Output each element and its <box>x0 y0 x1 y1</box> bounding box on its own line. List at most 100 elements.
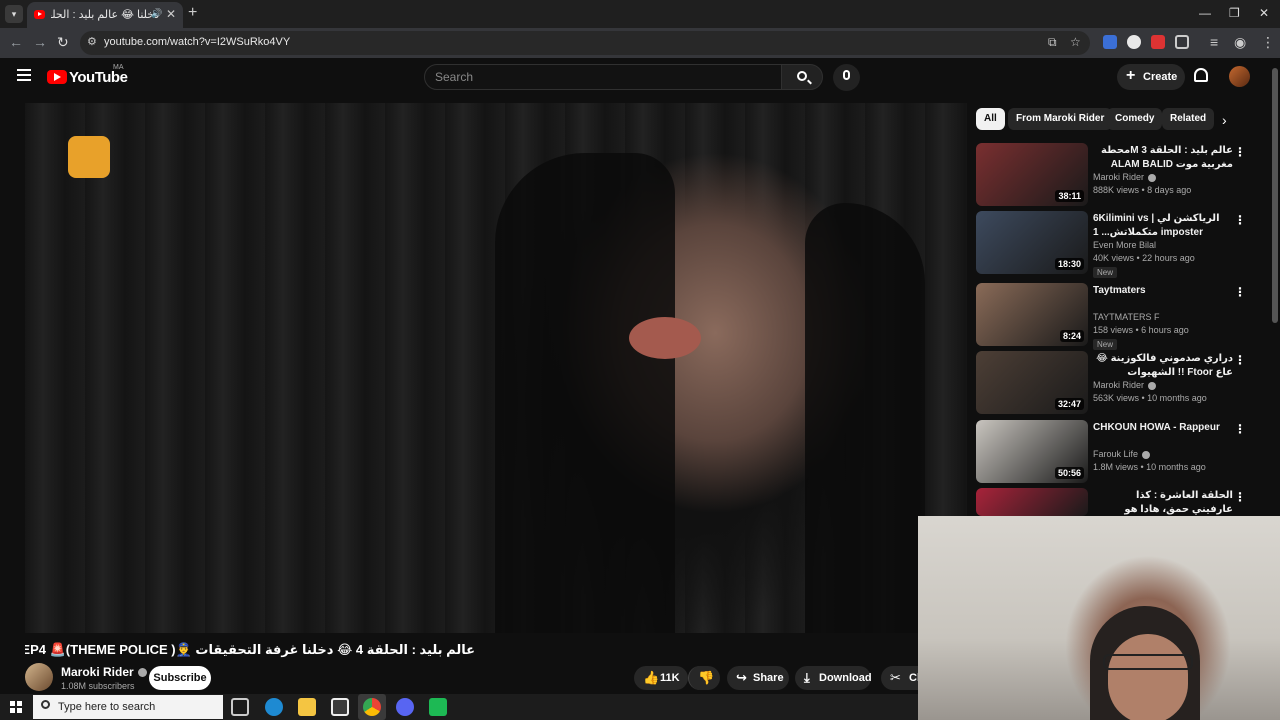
recommendation-item[interactable]: 50:56 CHKOUN HOWA - Rappeur Farouk Life 1.8… <box>976 420 1266 484</box>
forward-icon[interactable]: → <box>33 34 47 50</box>
back-icon[interactable]: ← <box>9 34 23 50</box>
app-icon[interactable] <box>429 698 447 716</box>
channel-watermark-logo[interactable] <box>68 136 110 178</box>
recommendation-channel[interactable]: Maroki Rider <box>1093 172 1157 182</box>
chip-from-channel[interactable]: From Maroki Rider <box>1008 108 1113 130</box>
scrollbar-thumb[interactable] <box>1272 68 1278 323</box>
url-text[interactable]: youtube.com/watch?v=I2WSuRko4VY <box>104 36 290 48</box>
taskbar-search[interactable]: Type here to search <box>33 695 223 719</box>
recommendation-title[interactable]: الحلقة العاشرة : كذا عارفيني حمق، هادا ه… <box>1093 489 1233 517</box>
chrome-icon[interactable] <box>363 698 381 716</box>
recommendation-channel-name[interactable]: Even More Bilal <box>1093 240 1156 250</box>
youtube-play-icon <box>47 70 67 84</box>
video-thumbnail[interactable] <box>976 488 1088 516</box>
media-controls-icon[interactable]: ≡ <box>1210 34 1218 50</box>
recommendation-meta: 563K views • 10 months ago <box>1093 393 1207 403</box>
recommendation-title[interactable]: Taytmaters <box>1093 284 1233 312</box>
file-explorer-icon[interactable] <box>298 698 316 716</box>
share-button[interactable]: ↪ Share <box>727 666 789 690</box>
channel-name-text[interactable]: Maroki Rider <box>61 665 134 679</box>
recommendation-channel[interactable]: Even More Bilal <box>1093 240 1156 250</box>
recommendation-title[interactable]: 6Kilimini vs | الرياكشن لي متكملاتش... 1… <box>1093 212 1233 240</box>
recommendation-title[interactable]: عالم بليد : الحلقة 3 Mمحطة مغربية موت AL… <box>1093 144 1233 172</box>
search-box[interactable] <box>424 64 782 90</box>
bookmark-star-icon[interactable]: ☆ <box>1070 35 1081 49</box>
video-duration: 8:24 <box>1059 330 1084 342</box>
extensions-puzzle-icon[interactable] <box>1175 35 1189 49</box>
more-actions-icon[interactable]: ⋮ <box>1234 422 1246 436</box>
translate-extension-icon[interactable] <box>1103 35 1117 49</box>
video-thumbnail[interactable]: 8:24 <box>976 283 1088 346</box>
more-actions-icon[interactable]: ⋮ <box>1234 213 1246 227</box>
download-button[interactable]: ⤓ Download <box>795 666 872 690</box>
more-actions-icon[interactable]: ⋮ <box>1234 285 1246 299</box>
tab-search-icon[interactable]: ▾ <box>5 5 23 23</box>
site-info-icon[interactable]: ⚙ <box>87 35 97 48</box>
account-avatar[interactable] <box>1229 66 1250 87</box>
more-actions-icon[interactable]: ⋮ <box>1234 490 1246 504</box>
more-actions-icon[interactable]: ⋮ <box>1234 353 1246 367</box>
browser-tab[interactable]: دخلنا 😂 عالم بليد : الحلقة 4 🔊 ✕ <box>27 2 183 28</box>
recommendation-channel[interactable]: Farouk Life <box>1093 449 1151 459</box>
window-close-icon[interactable]: ✕ <box>1259 6 1269 20</box>
address-bar[interactable]: ⚙ youtube.com/watch?v=I2WSuRko4VY ⧉ ☆ <box>80 31 1090 55</box>
recommendation-channel-name[interactable]: Maroki Rider <box>1093 172 1144 182</box>
recommendation-channel[interactable]: Maroki Rider <box>1093 380 1157 390</box>
channel-name[interactable]: Maroki Rider <box>61 665 147 679</box>
recommendation-title[interactable]: CHKOUN HOWA - Rappeur <box>1093 421 1233 449</box>
video-thumbnail[interactable]: 32:47 <box>976 351 1088 414</box>
chip-comedy[interactable]: Comedy <box>1107 108 1163 130</box>
task-view-icon[interactable] <box>231 698 249 716</box>
menu-icon[interactable] <box>17 69 31 81</box>
search-button[interactable] <box>781 64 823 90</box>
like-button[interactable]: 👍 11K <box>634 666 688 690</box>
video-duration: 18:30 <box>1054 258 1084 270</box>
reload-icon[interactable]: ↻ <box>57 34 69 51</box>
clip-button[interactable]: ✂ Cl <box>881 666 921 690</box>
recommendation-channel-name[interactable]: Farouk Life <box>1093 449 1138 459</box>
chip-related[interactable]: Related <box>1162 108 1215 130</box>
video-thumbnail[interactable]: 50:56 <box>976 420 1088 483</box>
windows-taskbar: Type here to search <box>0 694 918 720</box>
recommendation-item[interactable]: 8:24 Taytmaters TAYTMATERS F 158 views • 6 … <box>976 283 1266 350</box>
create-label: Create <box>1143 71 1178 83</box>
minimize-icon[interactable]: — <box>1199 6 1211 20</box>
restore-icon[interactable]: ❐ <box>1229 6 1240 20</box>
browser-menu-icon[interactable]: ⋮ <box>1261 34 1275 51</box>
recommendation-channel-name[interactable]: Maroki Rider <box>1093 380 1144 390</box>
profile-icon[interactable]: ◉ <box>1234 34 1246 51</box>
chevron-right-icon[interactable]: › <box>1222 112 1227 128</box>
recommendation-channel[interactable]: TAYTMATERS F <box>1093 312 1160 322</box>
voice-search-button[interactable] <box>833 64 860 91</box>
subscribe-button[interactable]: Subscribe <box>149 666 211 690</box>
video-player[interactable] <box>25 103 967 633</box>
search-input[interactable] <box>435 70 765 84</box>
recommendation-item[interactable]: 32:47 دراري صدموني فالكوزينة 😂 عاع Ftoor … <box>976 351 1266 415</box>
recommendation-item[interactable]: 38:11 عالم بليد : الحلقة 3 Mمحطة مغربية م… <box>976 143 1266 207</box>
install-app-icon[interactable]: ⧉ <box>1048 35 1057 50</box>
dislike-button[interactable]: 👎 <box>688 666 720 690</box>
edge-icon[interactable] <box>265 698 283 716</box>
browser-tab-strip: ▾ دخلنا 😂 عالم بليد : الحلقة 4 🔊 ✕ + — ❐… <box>0 0 1280 28</box>
extension-icon[interactable] <box>1127 35 1141 49</box>
create-button[interactable]: + Create <box>1117 64 1185 90</box>
discord-icon[interactable] <box>396 698 414 716</box>
audio-playing-icon[interactable]: 🔊 <box>151 8 162 19</box>
recommendation-meta: 888K views • 8 days ago <box>1093 185 1192 195</box>
recommendation-channel-name[interactable]: TAYTMATERS F <box>1093 312 1160 322</box>
notifications-bell-icon[interactable] <box>1194 68 1208 82</box>
more-actions-icon[interactable]: ⋮ <box>1234 145 1246 159</box>
scissors-icon: ✂ <box>890 670 901 685</box>
tab-close-icon[interactable]: ✕ <box>166 7 176 21</box>
channel-avatar[interactable] <box>25 663 53 691</box>
recommendation-title[interactable]: دراري صدموني فالكوزينة 😂 عاع Ftoor !! ال… <box>1093 352 1233 380</box>
chip-all[interactable]: All <box>976 108 1005 130</box>
store-icon[interactable] <box>331 698 349 716</box>
recommendation-item[interactable]: 18:30 6Kilimini vs | الرياكشن لي متكملاتش… <box>976 211 1266 278</box>
video-thumbnail[interactable]: 18:30 <box>976 211 1088 274</box>
new-tab-icon[interactable]: + <box>188 4 197 22</box>
video-thumbnail[interactable]: 38:11 <box>976 143 1088 206</box>
video-frame-detail <box>629 317 701 359</box>
windows-start-icon[interactable] <box>10 701 22 713</box>
recorder-extension-icon[interactable] <box>1151 35 1165 49</box>
